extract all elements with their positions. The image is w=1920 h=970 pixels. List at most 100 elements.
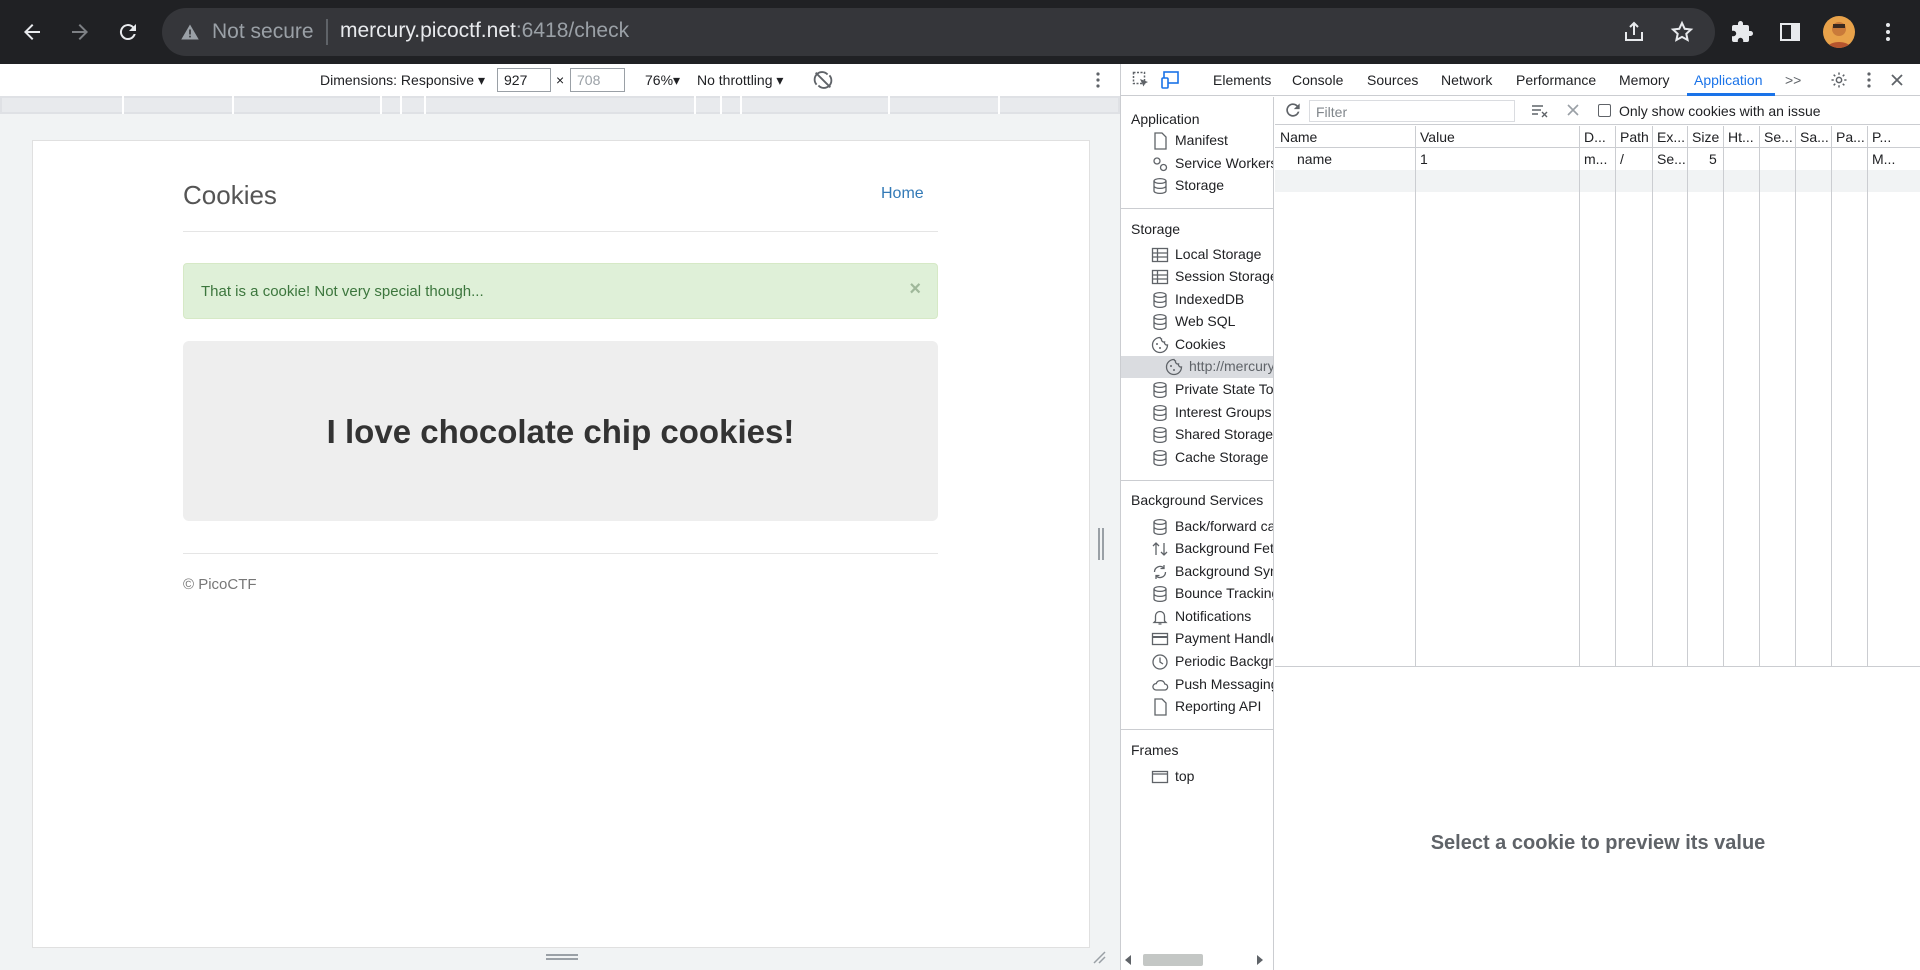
column-divider[interactable]	[1579, 126, 1580, 666]
more-tabs-button[interactable]: >>	[1785, 72, 1801, 88]
close-icon[interactable]	[1887, 70, 1907, 90]
throttle-label: No throttling	[697, 72, 773, 88]
tab-network[interactable]: Network	[1441, 72, 1492, 88]
sidebar-item-cookies[interactable]: Cookies	[1151, 334, 1273, 356]
extensions-button[interactable]	[1724, 14, 1760, 50]
column-header[interactable]: Name	[1280, 129, 1413, 145]
only-issues-checkbox[interactable]	[1598, 104, 1611, 117]
column-header[interactable]: Value	[1420, 129, 1577, 145]
table-cell[interactable]: Se...	[1657, 151, 1685, 167]
rotate-icon[interactable]	[812, 69, 834, 94]
sidebar-item-frame-top[interactable]: top	[1151, 766, 1273, 788]
column-header[interactable]: Se...	[1764, 129, 1793, 145]
sidebar-item-shared-storage[interactable]: Shared Storage	[1151, 424, 1273, 446]
table-cell[interactable]: /	[1620, 151, 1650, 167]
tab-application[interactable]: Application	[1694, 72, 1763, 88]
tab-sources[interactable]: Sources	[1367, 72, 1418, 88]
column-header[interactable]: D...	[1584, 129, 1613, 145]
sidebar-item-payment-handler[interactable]: Payment Handle	[1151, 628, 1273, 650]
cookie-filter-input[interactable]: Filter	[1309, 100, 1515, 122]
sidebar-item-indexeddb[interactable]: IndexedDB	[1151, 289, 1273, 311]
address-bar[interactable]: Not secure mercury.picoctf.net:6418/chec…	[162, 8, 1715, 56]
column-header[interactable]: Sa...	[1800, 129, 1829, 145]
sidebar-divider	[1121, 729, 1273, 730]
table-cell[interactable]: name	[1297, 151, 1413, 167]
resize-handle-right[interactable]	[1098, 528, 1104, 560]
tab-console[interactable]: Console	[1292, 72, 1343, 88]
column-divider[interactable]	[1415, 126, 1416, 666]
table-cell[interactable]: 5	[1709, 151, 1721, 167]
tab-elements[interactable]: Elements	[1213, 72, 1271, 88]
table-cell[interactable]: m...	[1584, 151, 1613, 167]
tab-performance[interactable]: Performance	[1516, 72, 1596, 88]
sidebar-item-reporting-api[interactable]: Reporting API	[1151, 696, 1273, 718]
cookies-toolbar: Filter Only show cookies with an issue	[1275, 97, 1920, 125]
column-divider[interactable]	[1615, 126, 1616, 666]
sidebar-item-periodic-background-sync[interactable]: Periodic Backgro	[1151, 651, 1273, 673]
sidebar-item-bounce-tracking[interactable]: Bounce Tracking	[1151, 583, 1273, 605]
dimensions-dropdown[interactable]: Dimensions: Responsive ▾	[320, 72, 485, 89]
sidebar-item-service-workers[interactable]: Service Workers	[1151, 153, 1273, 175]
media-query-ruler[interactable]	[0, 96, 1120, 114]
column-divider[interactable]	[1867, 126, 1868, 666]
zoom-dropdown[interactable]: 76%▾	[645, 72, 680, 89]
table-cell[interactable]: 1	[1420, 151, 1577, 167]
sidebar-item-session-storage[interactable]: Session Storage	[1151, 266, 1273, 288]
sidebar-item-label: http://mercury	[1189, 358, 1274, 374]
sidebar-item-storage[interactable]: Storage	[1151, 175, 1273, 197]
inspect-element-icon[interactable]	[1131, 70, 1151, 90]
throttling-dropdown[interactable]: No throttling ▾	[697, 72, 783, 89]
share-icon[interactable]	[1622, 20, 1646, 49]
column-header[interactable]: Ex...	[1657, 129, 1685, 145]
sidebar-item-back-forward-cache[interactable]: Back/forward ca	[1151, 516, 1273, 538]
column-divider[interactable]	[1723, 126, 1724, 666]
refresh-icon[interactable]	[1283, 100, 1303, 125]
column-divider[interactable]	[1759, 126, 1760, 666]
sidebar-item-private-state-tokens[interactable]: Private State Tok	[1151, 379, 1273, 401]
sidebar-item-background-sync[interactable]: Background Syn	[1151, 561, 1273, 583]
sidebar-item-cache-storage[interactable]: Cache Storage	[1151, 447, 1273, 469]
column-divider[interactable]	[1831, 126, 1832, 666]
device-toggle-icon[interactable]	[1161, 70, 1181, 90]
sidebar-item-notifications[interactable]: Notifications	[1151, 606, 1273, 628]
resize-handle-bottom[interactable]	[546, 954, 578, 960]
column-header[interactable]: Ht...	[1728, 129, 1757, 145]
forward-button[interactable]	[62, 14, 98, 50]
resize-corner-icon[interactable]	[1092, 950, 1106, 964]
url-text[interactable]: mercury.picoctf.net:6418/check	[340, 19, 629, 43]
settings-gear-icon[interactable]	[1829, 70, 1849, 90]
home-link[interactable]: Home	[881, 185, 924, 203]
height-input[interactable]: 708	[570, 68, 625, 92]
back-button[interactable]	[14, 14, 50, 50]
more-vertical-icon[interactable]	[1090, 70, 1106, 93]
sidebar-item-cookie-origin[interactable]: http://mercury	[1165, 356, 1274, 378]
security-status[interactable]: Not secure	[212, 20, 314, 44]
bookmark-star-icon[interactable]	[1670, 20, 1694, 49]
column-divider[interactable]	[1652, 126, 1653, 666]
clear-all-icon[interactable]	[1531, 102, 1549, 125]
sidebar-item-background-fetch[interactable]: Background Fetc	[1151, 538, 1273, 560]
browser-menu-button[interactable]	[1870, 14, 1906, 50]
tab-memory[interactable]: Memory	[1619, 72, 1670, 88]
sidebar-item-push-messaging[interactable]: Push Messaging	[1151, 674, 1273, 696]
sidebar-item-web-sql[interactable]: Web SQL	[1151, 311, 1273, 333]
profile-avatar[interactable]	[1823, 16, 1855, 48]
column-header[interactable]: Pa...	[1836, 129, 1865, 145]
side-panel-button[interactable]	[1772, 14, 1808, 50]
delete-selected-icon[interactable]	[1566, 103, 1580, 122]
column-header[interactable]: P...	[1872, 129, 1919, 145]
sidebar-item-manifest[interactable]: Manifest	[1151, 130, 1273, 152]
column-divider[interactable]	[1687, 126, 1688, 666]
column-header[interactable]: Path	[1620, 129, 1650, 145]
table-cell[interactable]: M...	[1872, 151, 1919, 167]
column-divider[interactable]	[1795, 126, 1796, 666]
column-header[interactable]: Size	[1692, 129, 1721, 145]
more-vertical-icon[interactable]	[1859, 70, 1879, 90]
width-input[interactable]: 927	[497, 68, 551, 92]
sidebar-item-interest-groups[interactable]: Interest Groups	[1151, 402, 1273, 424]
sidebar-item-local-storage[interactable]: Local Storage	[1151, 244, 1273, 266]
sidebar-horizontal-scrollbar[interactable]	[1121, 950, 1273, 970]
reload-button[interactable]	[110, 14, 146, 50]
arrow-right-icon	[72, 24, 88, 40]
close-icon[interactable]: ×	[909, 278, 921, 301]
